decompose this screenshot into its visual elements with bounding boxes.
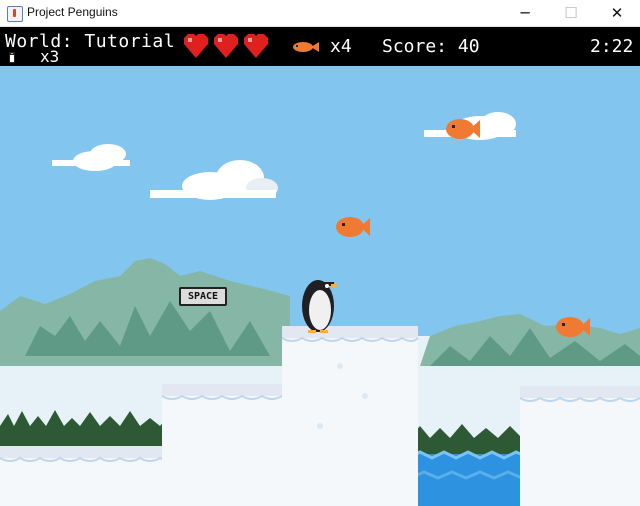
close-button[interactable]: ✕: [594, 0, 640, 26]
minimize-button[interactable]: ─: [502, 0, 548, 26]
heart-icon: [244, 34, 268, 58]
maximize-button[interactable]: ☐: [548, 0, 594, 26]
window-titlebar: Project Penguins ─ ☐ ✕: [0, 0, 640, 27]
fish-icon: [293, 42, 319, 52]
penguin-life-icon: [9, 52, 15, 63]
cloud-icon: [52, 144, 130, 171]
heart-icon: [184, 34, 208, 58]
snow-platform: [519, 386, 640, 506]
water-pool: [410, 454, 530, 506]
snow-platform: [281, 326, 419, 506]
penguin-player-icon: [302, 280, 337, 333]
space-key-hint: SPACE: [179, 287, 227, 306]
score-label: Score: 40: [382, 36, 480, 57]
level-background: [0, 112, 640, 506]
snow-platform: [161, 384, 299, 506]
timer-label: 2:22: [590, 36, 634, 57]
fish-count: x4: [330, 36, 352, 57]
lives-count: x3: [40, 47, 60, 66]
snow-platform: [0, 446, 179, 506]
fish-icon: [336, 217, 370, 237]
world-label: World: Tutorial: [5, 31, 176, 52]
health-hearts: [182, 32, 272, 64]
window-title: Project Penguins: [27, 5, 118, 19]
cloud-icon: [150, 160, 278, 200]
game-scene[interactable]: SPACE: [0, 66, 640, 506]
heart-icon: [214, 34, 238, 58]
game-hud: World: Tutorial x3 x4 Score: 40 2:22: [0, 27, 640, 66]
java-app-icon: [7, 6, 23, 22]
